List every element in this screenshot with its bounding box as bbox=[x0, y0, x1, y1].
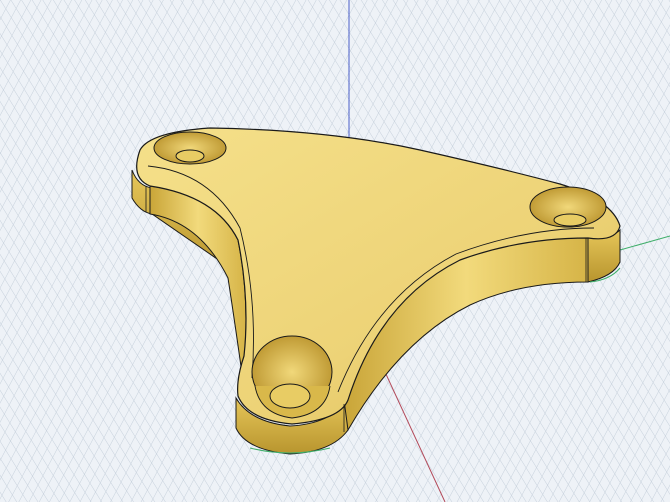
hole-left[interactable] bbox=[153, 131, 227, 165]
hole-right[interactable] bbox=[529, 186, 607, 228]
3d-viewport[interactable] bbox=[0, 0, 670, 502]
hole-bottom-bore bbox=[269, 383, 311, 409]
hole-right-bore bbox=[553, 213, 587, 227]
hole-bottom[interactable] bbox=[251, 335, 333, 419]
viewport-canvas[interactable] bbox=[0, 0, 670, 502]
hole-left-bore bbox=[175, 149, 205, 163]
